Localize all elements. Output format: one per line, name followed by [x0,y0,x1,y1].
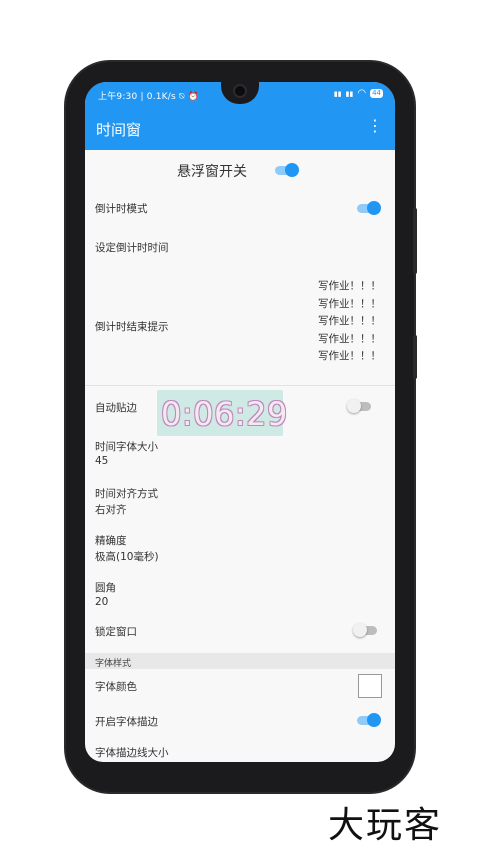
outline-size-label[interactable]: 字体描边线大小 [95,745,169,760]
font-outline-toggle[interactable] [355,713,381,727]
section-header-label: 字体样式 [95,659,132,669]
font-size-label[interactable]: 时间字体大小 [95,439,158,454]
floating-timer-text: 0:06:29 [161,395,288,433]
floating-timer-window[interactable]: 0:06:29 [157,390,287,436]
screen: 上午9:30 | 0.1K/s ⍉ ⏰ ▮▮ ▮▮ ◠ 44 时间窗 ⋮ 悬浮窗… [85,82,395,762]
countdown-mode-toggle[interactable] [355,201,381,215]
countdown-mode-label: 倒计时模式 [95,203,148,215]
font-color-swatch[interactable] [358,674,382,698]
app-bar: 时间窗 ⋮ [85,106,395,150]
font-size-value: 45 [95,455,109,467]
volume-button [413,208,417,274]
prompt-line: 写作业！！！ [318,315,381,327]
auto-snap-toggle[interactable] [347,399,373,413]
auto-snap-label: 自动贴边 [95,402,137,414]
app-title: 时间窗 [96,121,142,139]
precision-value: 极高(10毫秒) [95,551,159,563]
font-style-section-header: 字体样式 [85,653,395,669]
corner-radius-label[interactable]: 圆角 [95,580,116,595]
countdown-end-prompt-text: 写作业！！！ 写作业！！！ 写作业！！！ 写作业！！！ 写作业！！！ [318,278,381,366]
font-color-label: 字体颜色 [95,681,137,693]
prompt-line: 写作业！！！ [318,280,381,292]
watermark-logo: 大玩客 [328,805,443,846]
power-button [413,335,417,379]
lock-window-label: 锁定窗口 [95,626,137,638]
camera-icon [235,86,245,96]
prompt-line: 写作业！！！ [318,350,381,362]
wifi-icon: ◠ [357,88,367,99]
signal-icon-2: ▮▮ [345,89,354,98]
prompt-line: 写作业！！！ [318,332,381,345]
corner-radius-value: 20 [95,596,109,608]
precision-label[interactable]: 精确度 [95,533,127,548]
lock-window-toggle[interactable] [353,623,379,637]
divider [85,385,395,386]
status-icons: ▮▮ ▮▮ ◠ 44 [334,88,383,99]
set-countdown-time-item[interactable]: 设定倒计时时间 [95,240,169,255]
status-time: 上午9:30 | 0.1K/s ⍉ ⏰ [98,92,200,102]
alignment-label[interactable]: 时间对齐方式 [95,486,158,501]
battery-icon: 44 [370,89,383,98]
font-outline-label: 开启字体描边 [95,716,158,728]
floating-window-switch[interactable] [273,163,299,177]
floating-window-switch-label: 悬浮窗开关 [177,164,247,180]
signal-icon: ▮▮ [333,89,342,98]
alignment-value: 右对齐 [95,504,127,516]
prompt-line: 写作业！！！ [318,297,381,310]
countdown-end-prompt-label[interactable]: 倒计时结束提示 [95,319,169,334]
more-options-icon[interactable]: ⋮ [367,118,383,134]
